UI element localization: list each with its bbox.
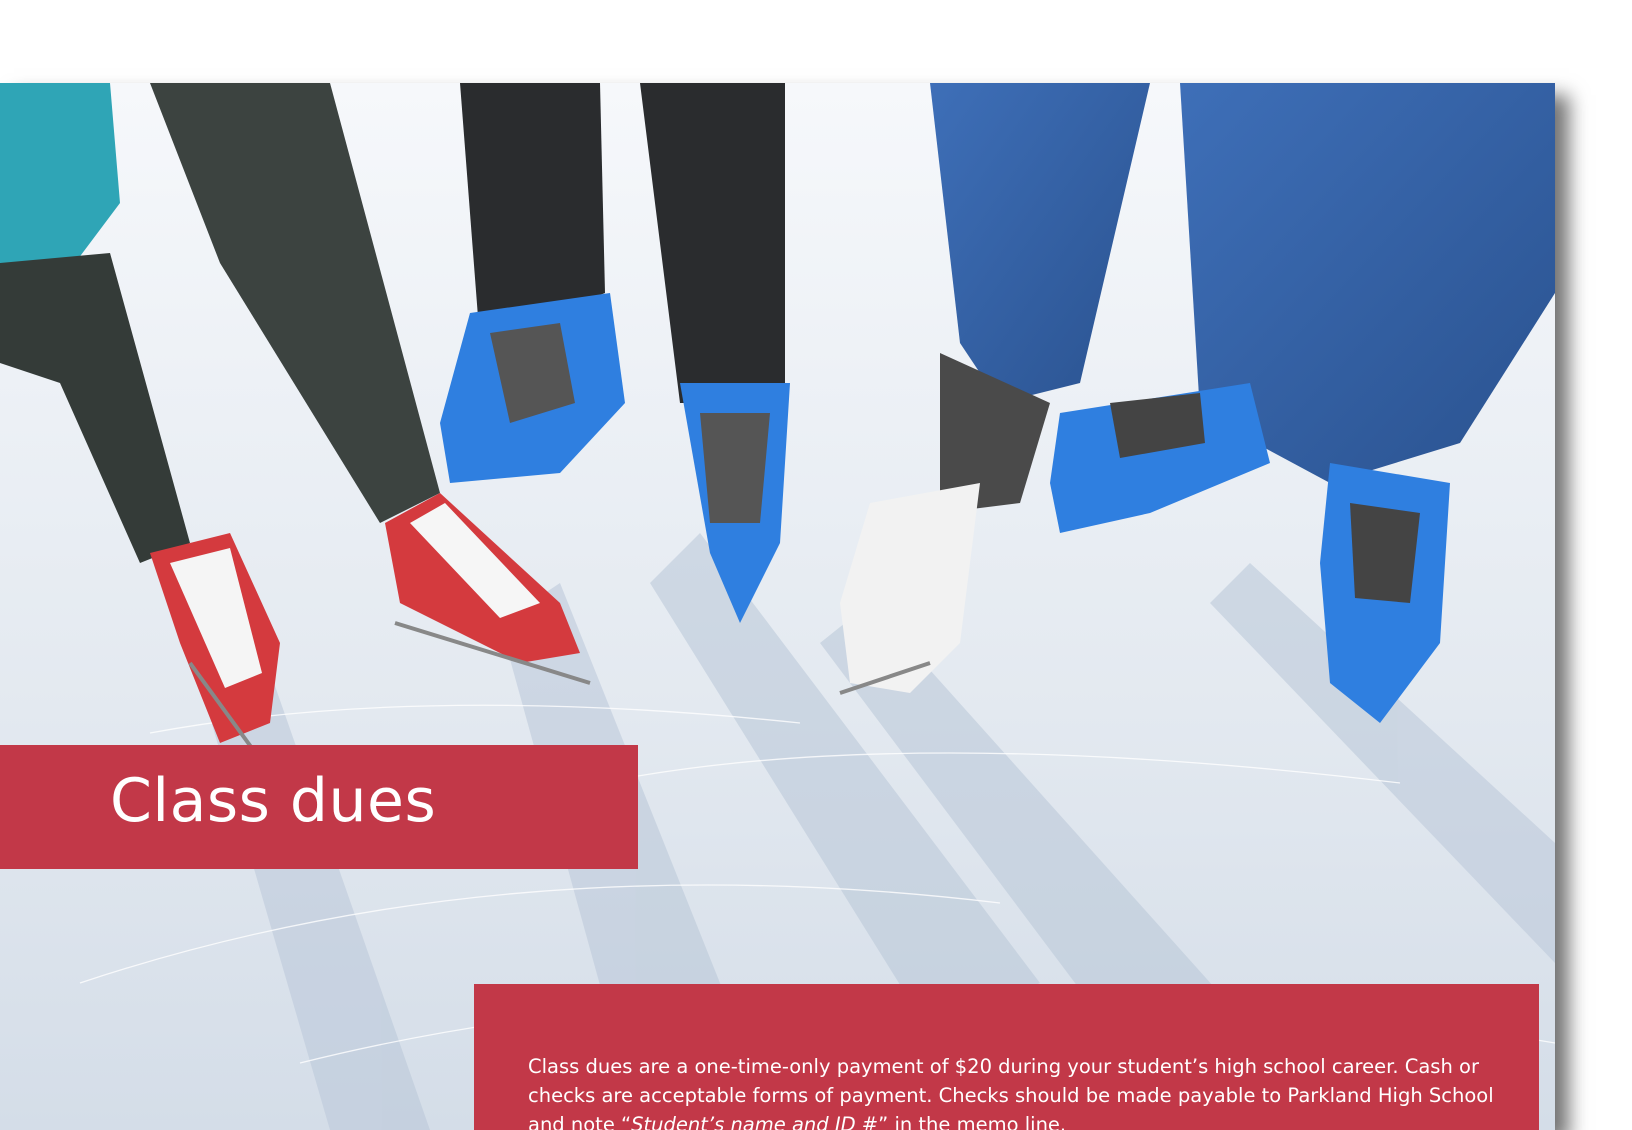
description-text-end: ” in the memo line. xyxy=(878,1113,1067,1130)
ice-skates-photo xyxy=(0,83,1555,1130)
page-title: Class dues xyxy=(110,766,437,836)
photo-illustration xyxy=(0,83,1555,1130)
memo-note: Student’s name and ID # xyxy=(631,1113,879,1130)
class-dues-description: Class dues are a one-time-only payment o… xyxy=(528,1052,1508,1130)
document-page: Class dues Class dues are a one-time-onl… xyxy=(0,0,1632,1130)
title-band: Class dues xyxy=(0,745,638,869)
class-dues-info-box: Class dues are a one-time-only payment o… xyxy=(474,984,1539,1130)
